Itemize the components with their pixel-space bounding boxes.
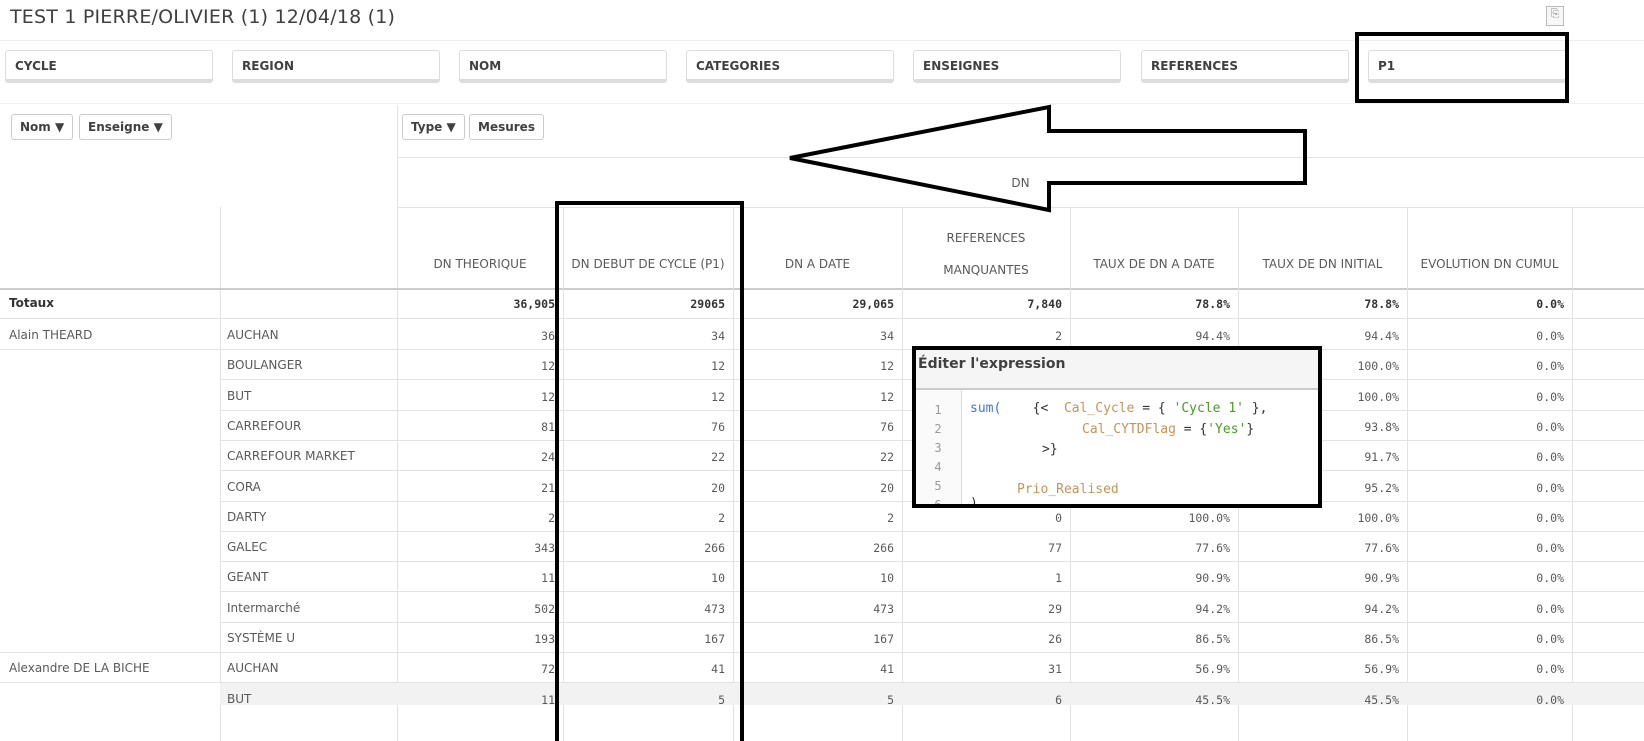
code-token: } [1246,422,1255,437]
code-line: >} [1042,442,1058,457]
line-number: 2 [934,422,942,436]
code-token: {< [1001,401,1064,416]
code-token: Cal_Cycle [1063,401,1135,416]
code-token: = { [1175,422,1208,437]
code-token: sum( [970,401,1002,416]
code-token: 'Cycle 1' [1173,401,1244,416]
line-number: 6 [934,498,942,508]
code-token: = { [1134,401,1174,416]
line-number: 1 [934,403,942,417]
code-token: 'Yes' [1207,422,1247,437]
arrow-annotation [789,104,1307,213]
line-number: 4 [934,460,942,474]
code-line: ) [970,496,978,508]
line-number: 5 [934,479,942,493]
code-token: }, [1243,401,1268,416]
edit-expression-popup: Éditer l'expression 123456 sum( {< Cal_C… [912,346,1322,508]
code-line: Prio_Realised [1017,482,1119,497]
code-token: Cal_CYTDFlag [1082,422,1176,437]
line-number: 3 [934,441,942,455]
